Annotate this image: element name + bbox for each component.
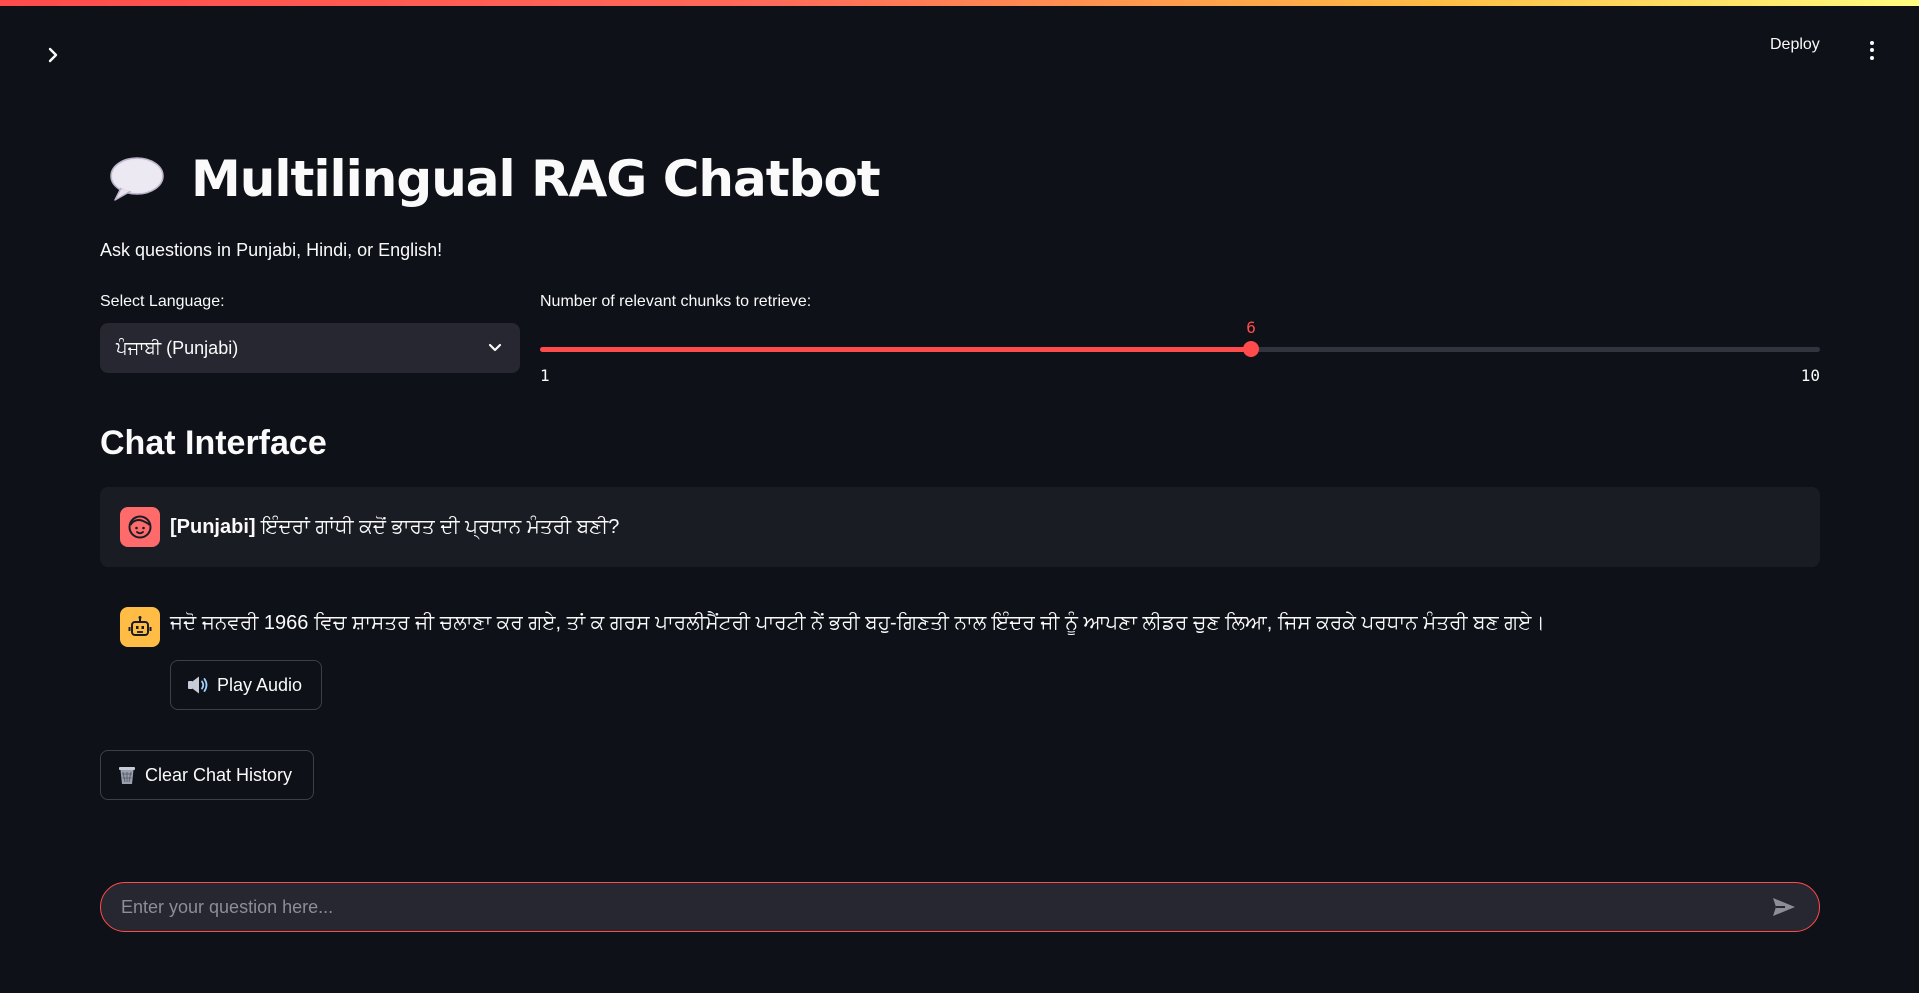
message-language-tag: [Punjabi]	[170, 515, 256, 538]
language-select-label: Select Language:	[100, 293, 225, 310]
clear-chat-history-label: Clear Chat History	[145, 764, 293, 785]
send-button[interactable]	[1769, 892, 1799, 922]
slider-max-label: 10	[1800, 366, 1820, 385]
chevron-right-icon	[48, 47, 58, 63]
chunks-slider[interactable]	[540, 341, 1820, 357]
chat-input-container	[100, 882, 1820, 932]
send-icon	[1773, 898, 1795, 916]
language-select-value: ਪੰਜਾਬੀ (Punjabi)	[116, 337, 239, 358]
chunks-slider-label: Number of relevant chunks to retrieve:	[540, 293, 812, 310]
play-audio-label: Play Audio	[217, 674, 303, 695]
main-menu-button[interactable]	[1861, 36, 1883, 64]
top-decoration-stripe	[0, 0, 1919, 6]
page-title: Multilingual RAG Chatbot	[191, 150, 881, 208]
sidebar-toggle-button[interactable]	[38, 40, 68, 70]
robot-icon	[128, 616, 152, 636]
slider-thumb[interactable]	[1243, 341, 1260, 357]
wastebasket-icon	[119, 767, 135, 784]
assistant-message-text: ਜਦੋ ਜਨਵਰੀ 1966 ਵਿਚ ਸ਼ਾਸਤਰ ਜੀ ਚਲਾਣਾ ਕਰ ਗਏ…	[170, 612, 1545, 634]
user-avatar	[120, 507, 160, 547]
language-select[interactable]: ਪੰਜਾਬੀ (Punjabi)	[100, 323, 520, 373]
page-subtitle: Ask questions in Punjabi, Hindi, or Engl…	[100, 240, 443, 260]
user-face-icon	[128, 515, 152, 539]
deploy-button[interactable]: Deploy	[1770, 36, 1820, 66]
chat-input[interactable]	[121, 896, 1769, 918]
user-message-text: ਇੰਦਰਾਂ ਗਾਂਧੀ ਕਦੋਂ ਭਾਰਤ ਦੀ ਪ੍ਰਧਾਨ ਮੰਤਰੀ ਬ…	[261, 515, 620, 538]
assistant-avatar	[120, 607, 160, 647]
vertical-ellipsis-icon	[1870, 40, 1874, 60]
speaker-icon	[188, 676, 208, 694]
clear-chat-history-button[interactable]: Clear Chat History	[100, 750, 314, 800]
chat-section-title: Chat Interface	[100, 424, 327, 462]
chunks-slider-value: 6	[1246, 318, 1256, 337]
play-audio-button[interactable]: Play Audio	[170, 660, 322, 710]
user-message: [Punjabi] ਇੰਦਰਾਂ ਗਾਂਧੀ ਕਦੋਂ ਭਾਰਤ ਦੀ ਪ੍ਰਧ…	[100, 487, 1820, 567]
slider-fill	[540, 347, 1252, 352]
speech-bubble-icon	[110, 157, 164, 201]
page-header: Multilingual RAG Chatbot	[107, 150, 881, 208]
assistant-message: ਜਦੋ ਜਨਵਰੀ 1966 ਵਿਚ ਸ਼ਾਸਤਰ ਜੀ ਚਲਾਣਾ ਕਰ ਗਏ…	[120, 607, 1545, 647]
chevron-down-icon	[488, 343, 502, 352]
slider-min-label: 1	[540, 366, 550, 385]
